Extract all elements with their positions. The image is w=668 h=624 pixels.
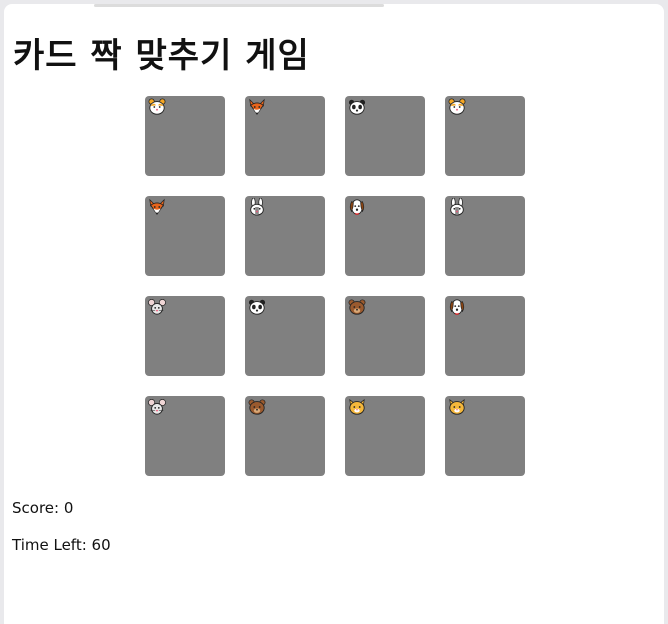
dog-icon — [448, 298, 466, 316]
memory-card[interactable] — [345, 96, 425, 176]
memory-card[interactable] — [245, 296, 325, 376]
panda-icon — [348, 98, 366, 116]
rabbit-icon — [248, 197, 266, 216]
memory-card[interactable] — [245, 396, 325, 476]
time-left-text: Time Left: 60 — [12, 536, 111, 554]
mouse-icon — [148, 398, 166, 416]
memory-card[interactable] — [445, 96, 525, 176]
memory-card[interactable] — [145, 396, 225, 476]
game-window: 카드 짝 맞추기 게임 Score: 0 Time Left: 60 — [4, 4, 664, 624]
memory-card[interactable] — [145, 196, 225, 276]
bear-icon — [348, 298, 366, 316]
memory-card[interactable] — [245, 196, 325, 276]
memory-card[interactable] — [145, 296, 225, 376]
panda-icon — [248, 298, 266, 316]
cat-icon — [348, 398, 366, 416]
memory-card[interactable] — [145, 96, 225, 176]
memory-card[interactable] — [445, 196, 525, 276]
memory-card[interactable] — [345, 396, 425, 476]
rabbit-icon — [448, 197, 466, 216]
dog-icon — [348, 198, 366, 216]
memory-card[interactable] — [245, 96, 325, 176]
memory-card[interactable] — [445, 296, 525, 376]
bear-icon — [248, 398, 266, 416]
fox-icon — [148, 198, 166, 216]
mouse-icon — [148, 298, 166, 316]
hamster-icon — [448, 98, 466, 116]
hamster-icon — [148, 98, 166, 116]
card-grid — [145, 96, 525, 476]
cat-icon — [448, 398, 466, 416]
game-title: 카드 짝 맞추기 게임 — [13, 36, 310, 76]
memory-card[interactable] — [445, 396, 525, 476]
memory-card[interactable] — [345, 296, 425, 376]
memory-card[interactable] — [345, 196, 425, 276]
score-text: Score: 0 — [12, 499, 74, 517]
window-top-edge — [94, 4, 384, 7]
fox-icon — [248, 98, 266, 116]
